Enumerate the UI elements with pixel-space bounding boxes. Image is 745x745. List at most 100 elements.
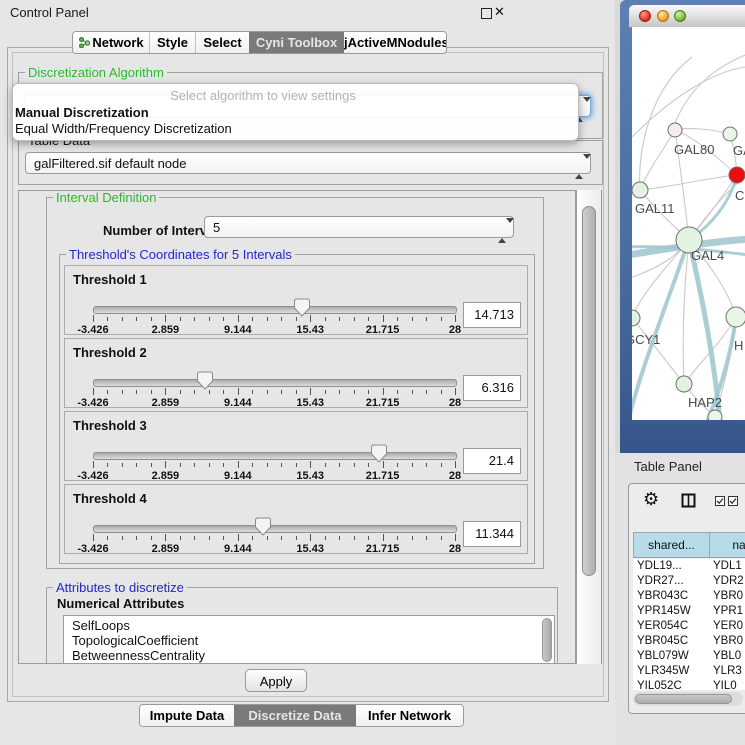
network-node[interactable] [708, 410, 722, 420]
network-edge-thick[interactable] [689, 240, 720, 420]
table-row[interactable]: YLR345WYLR3 [633, 664, 745, 679]
minimize-traffic-light[interactable] [657, 10, 669, 22]
table-row[interactable]: YDL19...YDL1 [633, 559, 745, 574]
list-scrollbar[interactable] [542, 618, 552, 662]
tab-jactivemnodules[interactable]: jActiveMNodules [344, 32, 446, 53]
threshold-value-field[interactable]: 11.344 [463, 521, 521, 547]
horizontal-scrollbar-thumb[interactable] [635, 694, 732, 704]
slider-tick [107, 536, 108, 540]
slider-tick [93, 315, 94, 322]
network-node[interactable] [726, 307, 745, 327]
network-node-label: GAL11 [635, 201, 675, 216]
network-edge[interactable] [640, 130, 675, 190]
network-edge[interactable] [632, 67, 745, 137]
network-node[interactable] [668, 123, 682, 137]
table-row[interactable]: YPR145WYPR1 [633, 604, 745, 619]
network-node[interactable] [632, 310, 640, 326]
slider-tick [122, 536, 123, 540]
slider-track[interactable] [93, 525, 457, 533]
close-icon[interactable]: ✕ [494, 4, 505, 20]
slider-tick [194, 390, 195, 394]
slider-track[interactable] [93, 379, 457, 387]
threshold-value-field[interactable]: 14.713 [463, 302, 521, 328]
slider-tick [383, 534, 384, 541]
network-node[interactable] [723, 127, 737, 141]
tab-cyni-toolbox[interactable]: Cyni Toolbox [249, 32, 344, 53]
table-row[interactable]: YBR043CYBR0 [633, 589, 745, 604]
stepper-icon [575, 156, 584, 172]
zoom-traffic-light[interactable] [674, 10, 686, 22]
float-window-icon[interactable] [481, 8, 492, 19]
vertical-scrollbar-thumb[interactable] [582, 206, 596, 576]
attribute-list-item[interactable]: BetweennessCentrality [64, 648, 554, 663]
table-row[interactable]: YIL052CYIL0 [633, 679, 745, 690]
slider-tick [426, 317, 427, 321]
table-data-select[interactable]: galFiltered.sif default node [25, 152, 591, 174]
vertical-scrollbar-track[interactable] [576, 190, 602, 664]
network-node[interactable] [729, 167, 745, 183]
close-traffic-light[interactable] [639, 10, 651, 22]
checkbox-icon[interactable] [715, 495, 726, 510]
tab-infer-network[interactable]: Infer Network [356, 705, 463, 726]
slider-thumb[interactable] [255, 517, 271, 536]
popup-option-equal-width-frequency[interactable]: Equal Width/Frequency Discretization [15, 121, 232, 136]
table-cell: YER0 [709, 619, 745, 634]
slider-scale-label: 15.43 [296, 470, 324, 482]
slider-tick [455, 315, 456, 322]
numerical-attributes-list[interactable]: SelfLoopsTopologicalCoefficientBetweenne… [63, 615, 555, 664]
slider-thumb[interactable] [197, 371, 213, 390]
network-canvas[interactable]: GAL80GACGAL11GAL4GCY1HHAP2 [632, 27, 745, 420]
horizontal-scrollbar-track[interactable] [633, 692, 743, 706]
slider-tick [368, 536, 369, 540]
gear-icon[interactable]: ⚙ [643, 489, 659, 510]
network-node-label: GCY1 [632, 332, 660, 347]
column-header-name[interactable]: na [709, 532, 745, 558]
interval-definition-group: Interval Definition Number of Intervals … [46, 197, 544, 569]
attribute-list-item[interactable]: TopologicalCoefficient [64, 633, 554, 648]
network-window-titlebar[interactable] [629, 5, 745, 28]
slider-scale-label: 9.144 [224, 324, 252, 336]
network-node[interactable] [676, 376, 692, 392]
network-edge[interactable] [683, 240, 689, 384]
slider-tick [93, 461, 94, 468]
column-header-shared[interactable]: shared... [633, 532, 710, 558]
network-edge[interactable] [640, 57, 692, 190]
network-node[interactable] [632, 182, 648, 198]
table-cell: YPR145W [633, 604, 709, 619]
popup-hint: Select algorithm to view settings [13, 88, 513, 103]
slider-scale-label: 9.144 [224, 470, 252, 482]
network-edge[interactable] [675, 55, 745, 123]
network-view-window[interactable]: GAL80GACGAL11GAL4GCY1HHAP2 [620, 0, 745, 453]
tab-impute-data[interactable]: Impute Data [140, 705, 234, 726]
tab-style[interactable]: Style [149, 32, 195, 53]
slider-tick [252, 317, 253, 321]
slider-scale-label: 2.859 [152, 543, 180, 555]
slider-track[interactable] [93, 306, 457, 314]
column-layout-icon[interactable] [681, 493, 696, 511]
interval-definition-title: Interval Definition [53, 190, 159, 205]
slider-tick [180, 536, 181, 540]
slider-track[interactable] [93, 452, 457, 460]
table-row[interactable]: YDR27...YDR2 [633, 574, 745, 589]
table-row[interactable]: YBL079WYBL0 [633, 649, 745, 664]
apply-button[interactable]: Apply [245, 669, 307, 692]
network-edge-thick[interactable] [632, 240, 689, 420]
slider-thumb[interactable] [294, 298, 310, 317]
tab-discretize-data[interactable]: Discretize Data [234, 705, 356, 726]
attribute-list-item[interactable]: SelfLoops [64, 618, 554, 633]
network-edge[interactable] [640, 175, 737, 190]
table-row[interactable]: YBR045CYBR0 [633, 634, 745, 649]
threshold-value-field[interactable]: 6.316 [463, 375, 521, 401]
checkbox-icon[interactable] [728, 495, 739, 510]
network-icon [78, 36, 90, 48]
tab-select[interactable]: Select [195, 32, 249, 53]
slider-tick [296, 536, 297, 540]
popup-option-manual-discretization[interactable]: Manual Discretization [15, 105, 149, 120]
threshold-value-field[interactable]: 21.4 [463, 448, 521, 474]
slider-scale-label: 9.144 [224, 397, 252, 409]
slider-thumb[interactable] [371, 444, 387, 463]
table-row[interactable]: YER054CYER0 [633, 619, 745, 634]
tab-network[interactable]: Network [73, 32, 149, 53]
number-of-intervals-select[interactable]: 5 [204, 216, 514, 238]
table-body[interactable]: YDL19...YDL1YDR27...YDR2YBR043CYBR0YPR14… [633, 559, 745, 690]
